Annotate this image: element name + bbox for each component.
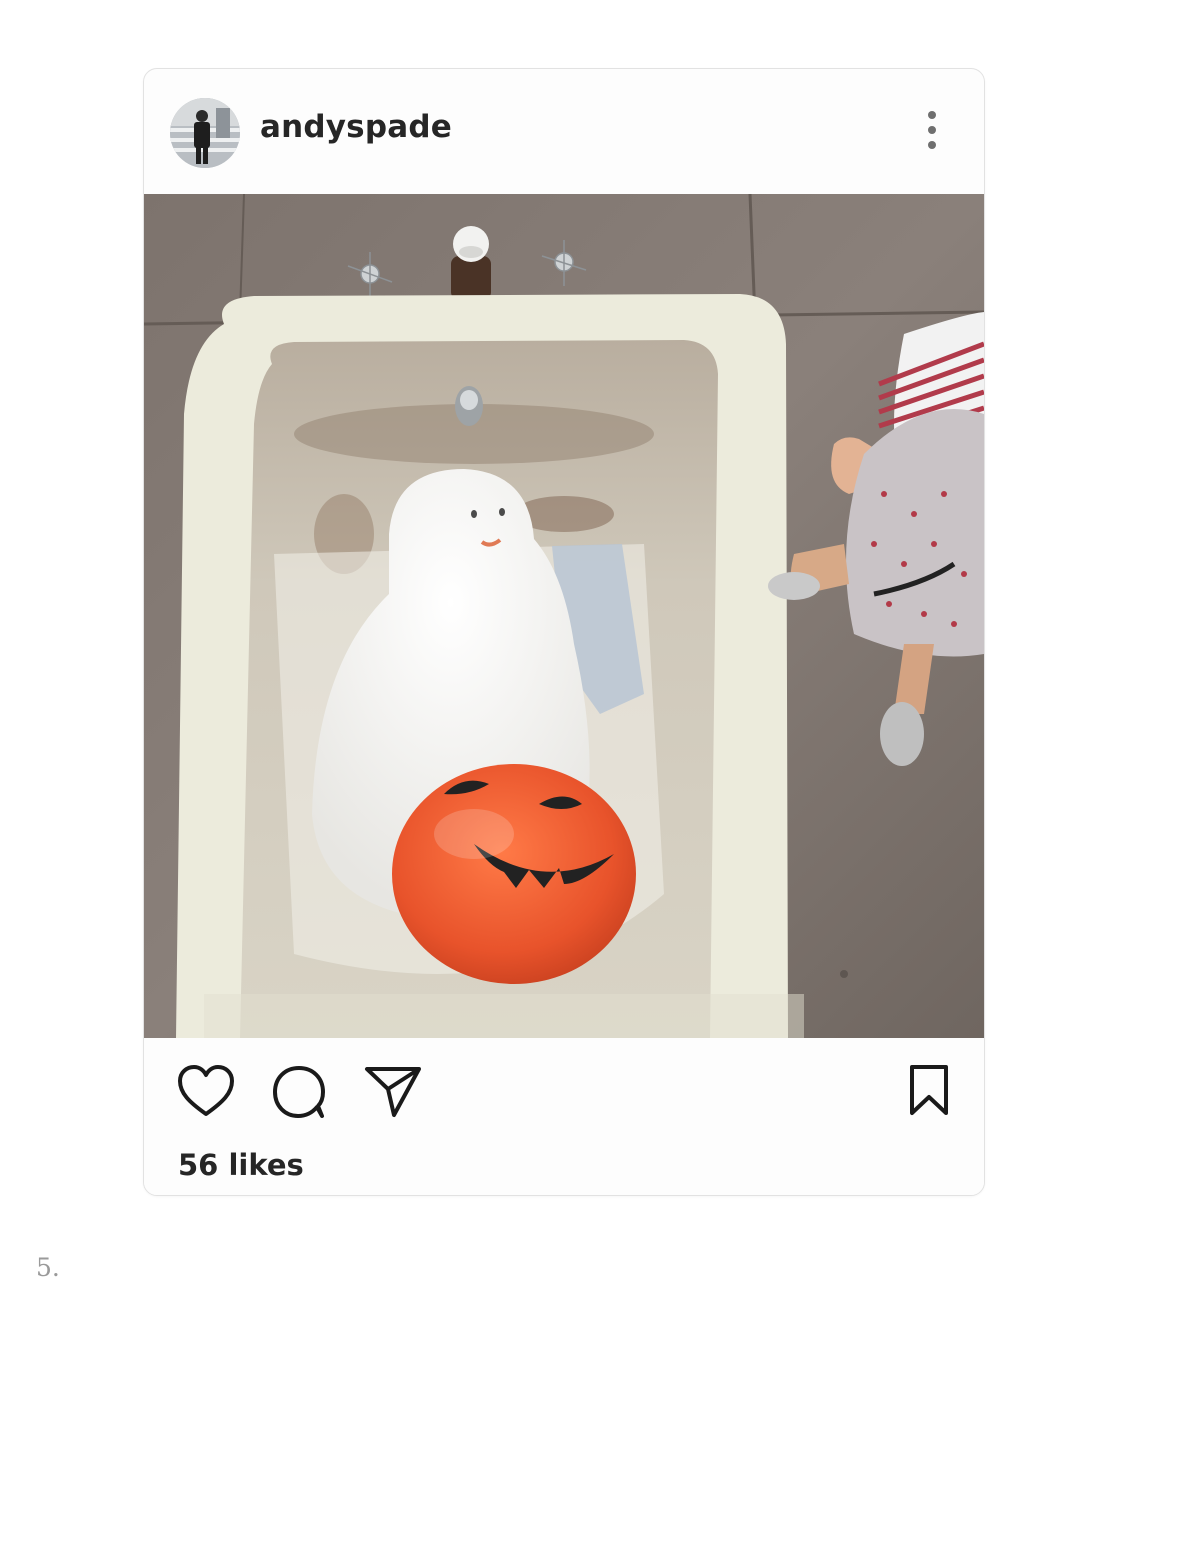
avatar-photo [170, 98, 240, 168]
more-vertical-icon[interactable] [920, 109, 944, 155]
bookmark-icon[interactable] [908, 1064, 950, 1116]
username[interactable]: andyspade [260, 109, 452, 145]
list-item-number: 5. [36, 1253, 60, 1282]
user-avatar[interactable] [170, 98, 240, 168]
post-header: andyspade [144, 69, 984, 194]
instagram-post-card: andyspade 56 likes [143, 68, 985, 1196]
heart-icon[interactable] [177, 1064, 235, 1118]
post-photo[interactable] [144, 194, 984, 1038]
paper-plane-icon[interactable] [364, 1065, 422, 1119]
comment-bubble-icon[interactable] [272, 1065, 326, 1119]
ghost-pumpkin-bathtub-photo [144, 194, 984, 1038]
likes-count[interactable]: 56 likes [178, 1148, 304, 1182]
post-actions-bar: 56 likes [144, 1038, 984, 1195]
